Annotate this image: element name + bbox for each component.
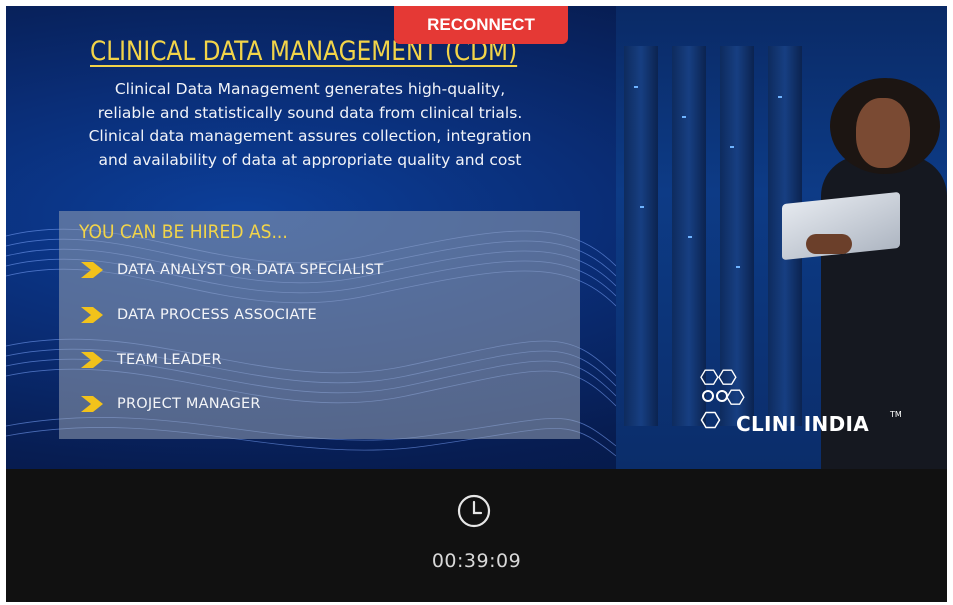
job-label: DATA PROCESS ASSOCIATE (117, 307, 317, 323)
slide-description: Clinical Data Management generates high-… (30, 78, 590, 172)
chevron-right-icon (81, 307, 103, 323)
job-item: PROJECT MANAGER (79, 392, 261, 416)
description-line: Clinical Data Management generates high-… (114, 80, 506, 98)
job-item: TEAM LEADER (79, 348, 222, 372)
hired-as-heading: YOU CAN BE HIRED AS... (79, 221, 288, 243)
video-player: CLINICAL DATA MANAGEMENT (CDM) Clinical … (6, 6, 947, 602)
brand-name: CLINI INDIA (736, 412, 870, 436)
elapsed-time: 00:39:09 (431, 550, 522, 572)
job-item: DATA ANALYST OR DATA SPECIALIST (79, 258, 383, 282)
description-line: Clinical data management assures collect… (88, 127, 532, 145)
description-line: reliable and statistically sound data fr… (97, 103, 523, 122)
hired-as-panel: YOU CAN BE HIRED AS... DATA ANALYST OR D… (59, 211, 580, 439)
person-hand (806, 234, 852, 254)
brand-logo: CLINI INDIA TM (700, 366, 940, 446)
trademark-mark: TM (890, 410, 902, 419)
job-label: DATA ANALYST OR DATA SPECIALIST (117, 262, 384, 278)
server-room-photo: CLINI INDIA TM (616, 6, 947, 469)
reconnect-button[interactable]: RECONNECT (394, 6, 568, 44)
presentation-slide: CLINICAL DATA MANAGEMENT (CDM) Clinical … (6, 6, 947, 469)
chevron-right-icon (81, 352, 103, 368)
slide-text-area: CLINICAL DATA MANAGEMENT (CDM) Clinical … (6, 6, 616, 469)
description-line: and availability of data at appropriate … (98, 150, 522, 169)
server-rack (624, 46, 658, 426)
chevron-right-icon (81, 262, 103, 278)
player-controls: 00:39:09 (6, 469, 947, 602)
chevron-right-icon (81, 396, 103, 412)
job-label: TEAM LEADER (117, 352, 222, 368)
job-item: DATA PROCESS ASSOCIATE (79, 303, 317, 327)
person-face (856, 98, 910, 168)
clock-icon[interactable] (457, 494, 491, 528)
job-label: PROJECT MANAGER (117, 396, 261, 412)
